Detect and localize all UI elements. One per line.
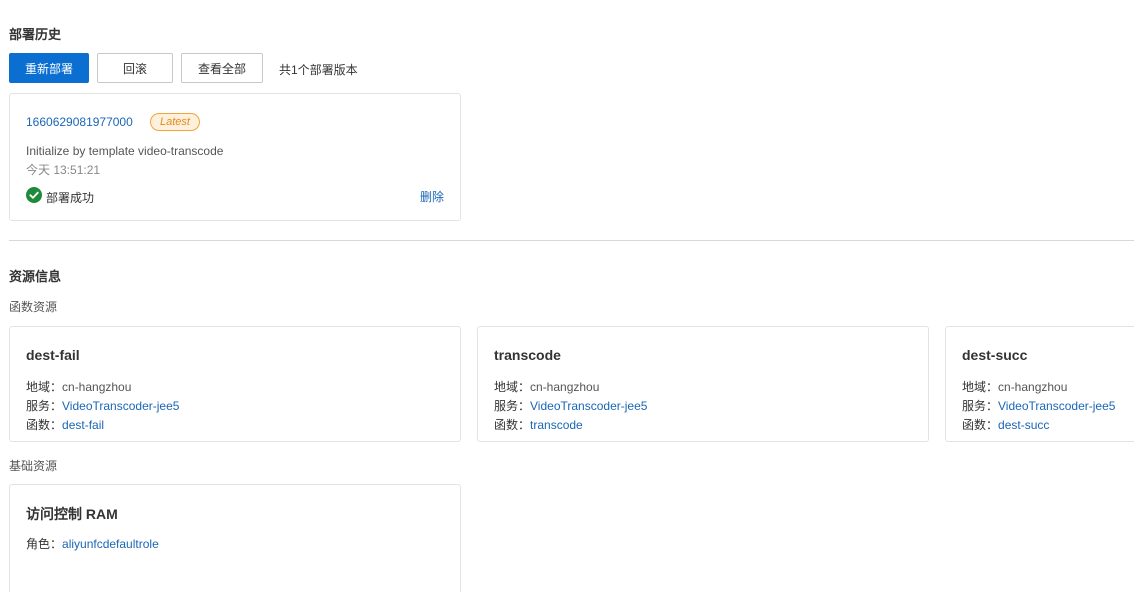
service-link[interactable]: VideoTranscoder-jee5: [530, 399, 647, 413]
region-label: 地域：: [26, 380, 63, 394]
section-divider: [9, 240, 1134, 241]
function-row: 函数：transcode: [494, 416, 583, 433]
function-card: transcode 地域：cn-hangzhou 服务：VideoTransco…: [477, 326, 929, 442]
ram-resource-card: 访问控制 RAM 角色：aliyunfcdefaultrole: [9, 484, 461, 592]
function-card: dest-fail 地域：cn-hangzhou 服务：VideoTransco…: [9, 326, 461, 442]
role-link[interactable]: aliyunfcdefaultrole: [62, 537, 159, 551]
latest-badge: Latest: [150, 113, 200, 131]
region-value: cn-hangzhou: [62, 380, 132, 394]
function-label: 函数：: [494, 418, 531, 432]
version-count-text: 共1个部署版本: [279, 63, 358, 77]
region-row: 地域：cn-hangzhou: [494, 378, 599, 395]
function-link[interactable]: dest-fail: [62, 418, 104, 432]
service-link[interactable]: VideoTranscoder-jee5: [998, 399, 1115, 413]
deploy-version-card: 1660629081977000 Latest Initialize by te…: [9, 93, 461, 221]
service-row: 服务：VideoTranscoder-jee5: [494, 397, 647, 414]
service-label: 服务：: [26, 399, 63, 413]
service-link[interactable]: VideoTranscoder-jee5: [62, 399, 179, 413]
base-resources-label: 基础资源: [9, 459, 58, 473]
redeploy-button[interactable]: 重新部署: [9, 53, 89, 83]
region-label: 地域：: [494, 380, 531, 394]
delete-version-link[interactable]: 删除: [420, 188, 444, 205]
function-card-title: transcode: [494, 347, 561, 363]
region-row: 地域：cn-hangzhou: [26, 378, 131, 395]
function-link[interactable]: transcode: [530, 418, 583, 432]
function-card-title: dest-fail: [26, 347, 80, 363]
version-time: 今天 13:51:21: [26, 163, 101, 177]
function-card: dest-succ 地域：cn-hangzhou 服务：VideoTransco…: [945, 326, 1134, 442]
region-label: 地域：: [962, 380, 999, 394]
rollback-button[interactable]: 回滚: [97, 53, 173, 83]
resource-info-title: 资源信息: [9, 269, 62, 284]
region-row: 地域：cn-hangzhou: [962, 378, 1067, 395]
function-label: 函数：: [26, 418, 63, 432]
deploy-status-text: 部署成功: [46, 191, 95, 205]
function-row: 函数：dest-succ: [962, 416, 1049, 433]
service-row: 服务：VideoTranscoder-jee5: [962, 397, 1115, 414]
version-id-link[interactable]: 1660629081977000: [26, 115, 133, 129]
success-check-icon: [26, 187, 42, 203]
role-row: 角色：aliyunfcdefaultrole: [26, 535, 159, 552]
function-resources-label: 函数资源: [9, 300, 58, 314]
view-all-button[interactable]: 查看全部: [181, 53, 263, 83]
service-label: 服务：: [494, 399, 531, 413]
ram-card-title: 访问控制 RAM: [26, 506, 118, 522]
region-value: cn-hangzhou: [530, 380, 600, 394]
region-value: cn-hangzhou: [998, 380, 1068, 394]
function-row: 函数：dest-fail: [26, 416, 104, 433]
version-description: Initialize by template video-transcode: [26, 144, 224, 158]
deploy-history-title: 部署历史: [9, 27, 62, 42]
function-card-title: dest-succ: [962, 347, 1028, 363]
service-label: 服务：: [962, 399, 999, 413]
function-label: 函数：: [962, 418, 999, 432]
service-row: 服务：VideoTranscoder-jee5: [26, 397, 179, 414]
function-link[interactable]: dest-succ: [998, 418, 1049, 432]
role-label: 角色：: [26, 537, 63, 551]
